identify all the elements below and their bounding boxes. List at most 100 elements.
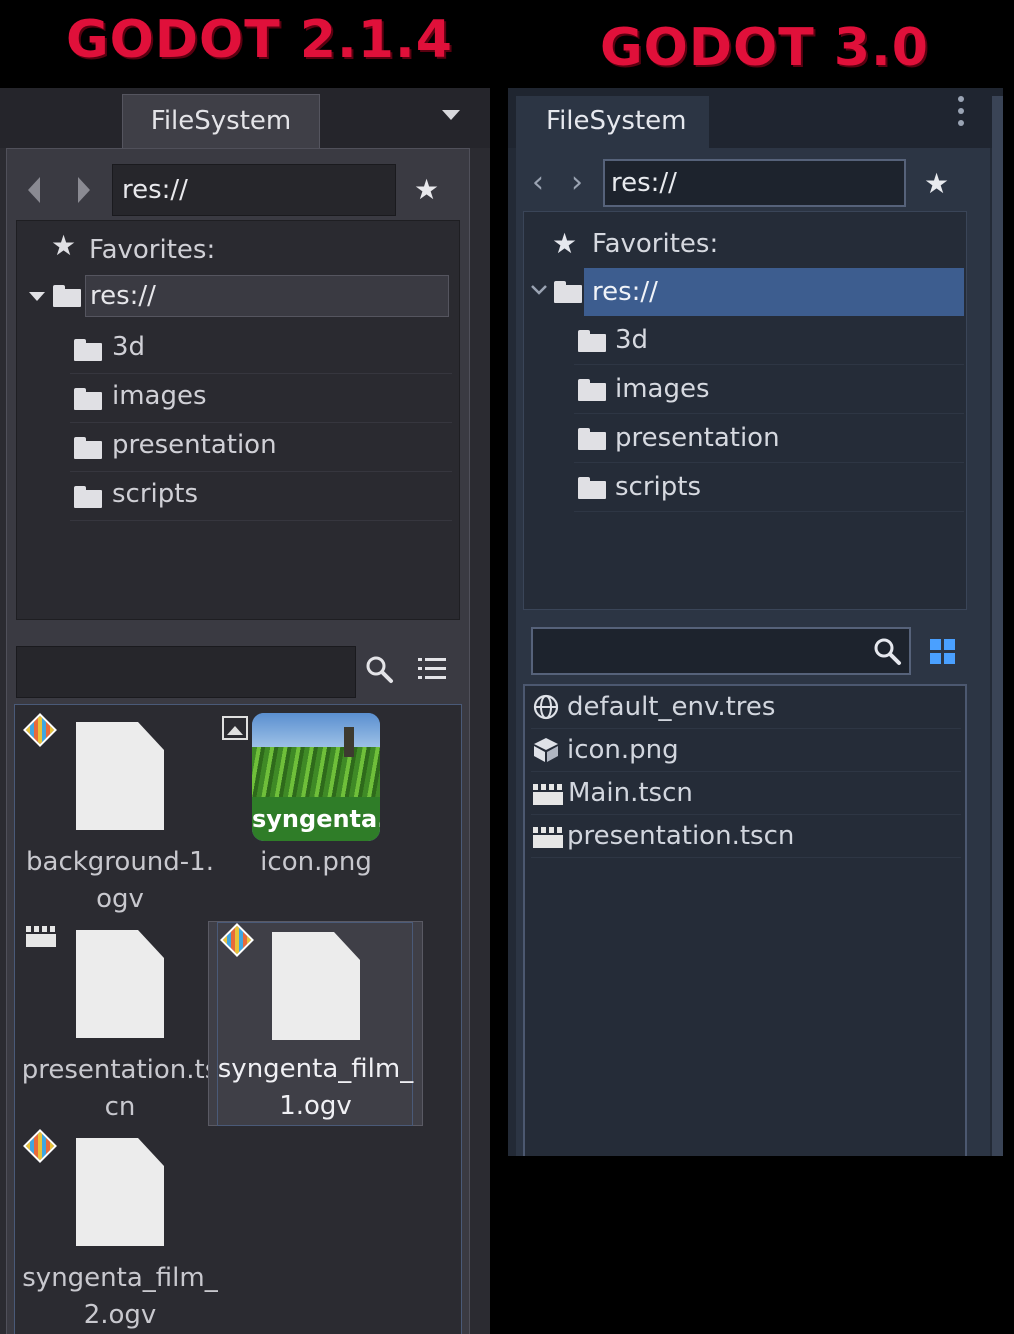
tree-folder-images[interactable]: images — [574, 365, 964, 414]
clapperboard-icon — [533, 827, 563, 848]
star-icon: ★ — [51, 229, 77, 262]
file-label: icon.png — [567, 735, 679, 765]
kebab-menu-icon[interactable] — [955, 94, 967, 130]
tree-root-label: res:// — [584, 268, 964, 316]
tree-root-row[interactable]: res:// — [17, 273, 457, 322]
file-caption: syngenta_film_ — [217, 1054, 414, 1084]
godot2-tab-bar: FileSystem — [0, 88, 490, 148]
godot3-path-field[interactable]: res:// — [603, 159, 906, 207]
folder-icon — [74, 388, 102, 410]
tree-folder-scripts[interactable]: scripts — [70, 472, 452, 521]
tree-folder-images[interactable]: images — [70, 374, 452, 423]
file-caption-line2: 2.ogv — [83, 1300, 157, 1330]
forward-arrow-icon[interactable] — [78, 177, 90, 203]
file-row-default-env[interactable]: default_env.tres — [531, 686, 961, 729]
file-caption-line2: ogv — [96, 884, 144, 914]
clapperboard-icon — [26, 926, 56, 947]
folder-icon — [74, 486, 102, 508]
folder-icon — [554, 281, 582, 303]
file-icon — [272, 932, 360, 1040]
file-caption: presentation.ts — [21, 1055, 219, 1085]
syngenta-logo: syngenta. — [252, 805, 380, 833]
file-label: Main.tscn — [568, 778, 693, 808]
file-icon — [76, 722, 164, 830]
file-caption: background-1. — [26, 847, 214, 877]
file-caption-line2: cn — [104, 1092, 136, 1122]
favorites-label: Favorites: — [89, 235, 216, 265]
video-icon — [23, 1129, 57, 1163]
folder-icon — [578, 477, 606, 499]
folder-icon — [578, 379, 606, 401]
folder-icon — [578, 428, 606, 450]
expand-chevron-icon[interactable] — [530, 284, 548, 296]
godot3-dock-scrollbar[interactable] — [992, 96, 1003, 1156]
folder-label: presentation — [615, 423, 780, 453]
forward-chevron-icon[interactable]: › — [571, 168, 583, 198]
file-caption: syngenta_film_ — [22, 1263, 218, 1293]
file-item-background-ogv[interactable]: background-1. ogv — [20, 710, 220, 914]
collapse-arrow-icon[interactable] — [29, 292, 45, 301]
file-row-main-tscn[interactable]: Main.tscn — [531, 772, 961, 815]
file-icon — [76, 1138, 164, 1246]
folder-label: 3d — [615, 325, 649, 355]
godot3-filesystem-tab[interactable]: FileSystem — [516, 96, 709, 148]
list-view-icon[interactable] — [418, 656, 446, 682]
godot2-search-input[interactable] — [16, 646, 356, 698]
folder-label: images — [615, 374, 710, 404]
favorites-row[interactable]: ★ Favorites: — [23, 223, 453, 272]
folder-label: scripts — [112, 479, 198, 509]
favorite-star-icon[interactable]: ★ — [414, 174, 439, 206]
image-icon — [222, 716, 248, 740]
folder-label: images — [112, 381, 207, 411]
star-icon: ★ — [552, 227, 578, 260]
favorite-star-icon[interactable]: ★ — [924, 168, 949, 200]
tree-folder-3d[interactable]: 3d — [574, 316, 964, 365]
file-item-icon-png[interactable]: syngenta. icon.png — [216, 710, 416, 910]
file-item-syngenta-film-1-selected[interactable]: syngenta_film_ 1.ogv — [208, 921, 423, 1126]
back-arrow-icon[interactable] — [28, 177, 40, 203]
file-label: default_env.tres — [567, 692, 776, 722]
folder-label: 3d — [112, 332, 146, 362]
tree-root-label: res:// — [85, 275, 449, 317]
folder-icon — [74, 339, 102, 361]
file-icon — [76, 930, 164, 1038]
tree-folder-3d[interactable]: 3d — [70, 325, 452, 374]
folder-label: presentation — [112, 430, 277, 460]
file-row-presentation-tscn[interactable]: presentation.tscn — [531, 815, 961, 858]
file-caption: icon.png — [260, 847, 372, 877]
folder-icon — [74, 437, 102, 459]
dock-menu-arrow-icon[interactable] — [442, 110, 460, 120]
tree-folder-presentation[interactable]: presentation — [574, 414, 964, 463]
godot3-tab-bar: FileSystem — [508, 88, 1003, 148]
globe-icon — [533, 694, 559, 720]
godot2-filesystem-tab[interactable]: FileSystem — [122, 94, 320, 148]
tree-folder-presentation[interactable]: presentation — [70, 423, 452, 472]
godot2-path-field[interactable]: res:// — [112, 164, 396, 216]
thumbnail-image: syngenta. — [252, 713, 380, 841]
back-chevron-icon[interactable]: ‹ — [532, 168, 544, 198]
search-icon[interactable] — [364, 654, 394, 684]
file-row-icon-png[interactable]: icon.png — [531, 729, 961, 772]
folder-label: scripts — [615, 472, 701, 502]
godot2-filesystem-dock: FileSystem res:// ★ ★ Favorites: res:// … — [0, 88, 490, 1334]
file-item-presentation-tscn[interactable]: presentation.ts cn — [20, 918, 220, 1122]
folder-icon — [53, 285, 81, 307]
godot3-file-list: default_env.tres icon.png Main.tscn pres… — [523, 684, 967, 1156]
tree-folder-scripts[interactable]: scripts — [574, 463, 964, 512]
godot-3-headline: GODOT 3.0 — [600, 18, 929, 78]
file-caption-line2: 1.ogv — [279, 1091, 352, 1121]
file-item-syngenta-film-2[interactable]: syngenta_film_ 2.ogv — [20, 1126, 220, 1330]
clapperboard-icon — [533, 784, 563, 805]
video-icon — [23, 713, 57, 747]
favorites-label: Favorites: — [592, 229, 719, 259]
tree-root-row[interactable]: res:// — [524, 268, 964, 317]
godot3-filesystem-dock: FileSystem ‹ › res:// ★ ★ Favorites: res… — [508, 88, 1003, 1156]
grid-view-icon[interactable] — [930, 639, 956, 665]
file-label: presentation.tscn — [567, 821, 795, 851]
godot-2-headline: GODOT 2.1.4 — [66, 10, 453, 70]
folder-icon — [578, 330, 606, 352]
search-icon[interactable] — [872, 636, 902, 666]
cube-icon — [534, 738, 558, 762]
favorites-row[interactable]: ★ Favorites: — [528, 219, 958, 268]
godot3-search-input[interactable] — [531, 627, 911, 675]
